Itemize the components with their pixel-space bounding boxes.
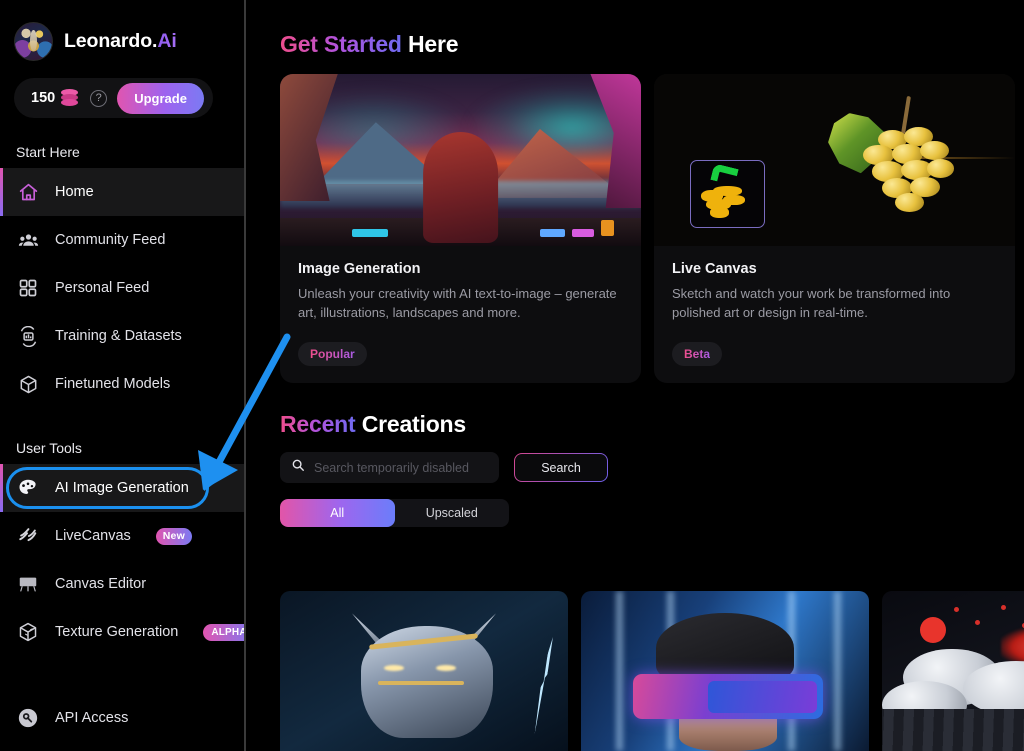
search-field-wrapper[interactable] xyxy=(280,452,499,483)
sidebar-item-label: API Access xyxy=(55,710,129,726)
sidebar-item-label: LiveCanvas xyxy=(55,528,131,544)
sidebar-item-home[interactable]: Home xyxy=(0,168,246,216)
cube-icon xyxy=(17,373,39,395)
livecanvas-icon xyxy=(17,525,39,547)
card-body: Live Canvas Sketch and watch your work b… xyxy=(654,246,1015,383)
get-started-heading: Get Started Here xyxy=(280,31,1024,58)
get-started-plain: Here xyxy=(407,31,459,57)
sidebar-item-personal-feed[interactable]: Personal Feed xyxy=(0,264,246,312)
sidebar: Leonardo.Ai 150 ? Upgrade Start Here Hom… xyxy=(0,0,246,751)
card-body: Image Generation Unleash your creativity… xyxy=(280,246,641,383)
card-pill-label: Beta xyxy=(684,347,711,361)
card-description: Unleash your creativity with AI text-to-… xyxy=(298,286,617,320)
sidebar-item-label: Community Feed xyxy=(55,232,166,248)
leonardo-ai-app-window: Leonardo.Ai 150 ? Upgrade Start Here Hom… xyxy=(0,0,1024,751)
sidebar-item-label: Home xyxy=(55,184,94,200)
search-row: Search xyxy=(280,452,1024,483)
card-pill-label: Popular xyxy=(310,347,355,361)
sidebar-item-ai-image-generation[interactable]: AI Image Generation xyxy=(0,464,246,512)
search-button[interactable]: Search xyxy=(514,453,608,482)
key-icon xyxy=(17,707,39,729)
card-title: Live Canvas xyxy=(672,261,757,277)
card-image-generation[interactable]: Image Generation Unleash your creativity… xyxy=(280,74,641,383)
cyberpunk-vr-portrait-thumbnail[interactable] xyxy=(581,591,869,751)
grid-icon xyxy=(17,277,39,299)
card-pill-badge: Beta xyxy=(672,342,723,366)
search-icon xyxy=(291,458,305,477)
recent-creations-grid xyxy=(246,591,1024,751)
fantasy-landscape-hero xyxy=(280,74,641,246)
card-description: Sketch and watch your work be transforme… xyxy=(672,286,951,320)
recent-accent: Recent xyxy=(280,411,356,437)
grapes-sketch-hero xyxy=(654,74,1015,246)
page-title: Leonardo.Ai xyxy=(64,30,177,53)
sidebar-item-api-access[interactable]: API Access xyxy=(0,694,246,742)
credits-count: 150 xyxy=(31,90,56,106)
sketch-preview xyxy=(690,160,766,228)
card-pill-badge: Popular xyxy=(298,342,367,366)
sidebar-item-label: Canvas Editor xyxy=(55,576,147,592)
sidebar-item-canvas-editor[interactable]: Canvas Editor xyxy=(0,560,246,608)
sidebar-item-label: AI Image Generation xyxy=(55,480,189,496)
card-live-canvas[interactable]: Live Canvas Sketch and watch your work b… xyxy=(654,74,1015,383)
filter-tabs: All Upscaled xyxy=(280,499,509,527)
home-icon xyxy=(17,181,39,203)
upgrade-button[interactable]: Upgrade xyxy=(117,82,204,114)
section-label-start-here: Start Here xyxy=(16,144,80,160)
sidebar-item-livecanvas[interactable]: LiveCanvas New xyxy=(0,512,246,560)
brand-header[interactable]: Leonardo.Ai xyxy=(0,0,246,61)
card-title: Image Generation xyxy=(298,261,421,277)
sidebar-item-label: Training & Datasets xyxy=(55,328,182,344)
sidebar-item-training-datasets[interactable]: Training & Datasets xyxy=(0,312,246,360)
brand-name-main: Leonardo. xyxy=(64,30,158,52)
texture-cube-icon xyxy=(17,621,39,643)
status-badge: New xyxy=(155,527,192,545)
get-started-accent: Get Started xyxy=(280,31,402,57)
help-circle-icon[interactable]: ? xyxy=(90,89,108,107)
sidebar-item-texture-generation[interactable]: Texture Generation ALPHA xyxy=(0,608,246,656)
coin-stack-icon xyxy=(61,89,80,107)
tab-all[interactable]: All xyxy=(280,499,395,527)
people-icon xyxy=(17,229,39,251)
tab-upscaled[interactable]: Upscaled xyxy=(395,499,510,527)
credits-bar: 150 ? Upgrade xyxy=(14,78,213,118)
status-badge: ALPHA xyxy=(203,623,246,641)
palette-icon xyxy=(17,477,39,499)
armored-hero-lightning-thumbnail[interactable] xyxy=(280,591,568,751)
sidebar-item-label: Personal Feed xyxy=(55,280,150,296)
main-content: Get Started Here Image Generation Unleas… xyxy=(246,0,1024,751)
avatar[interactable] xyxy=(14,22,53,61)
recent-creations-heading: Recent Creations xyxy=(280,411,1024,438)
brand-name-suffix: Ai xyxy=(157,30,177,52)
sidebar-item-label: Texture Generation xyxy=(55,624,179,640)
get-started-cards: Image Generation Unleash your creativity… xyxy=(280,74,1024,383)
training-icon xyxy=(17,325,39,347)
red-clouds-samurai-thumbnail[interactable] xyxy=(882,591,1024,751)
sidebar-item-finetuned-models[interactable]: Finetuned Models xyxy=(0,360,246,408)
recent-plain: Creations xyxy=(361,411,466,437)
section-label-user-tools: User Tools xyxy=(16,440,82,456)
sidebar-item-label: Finetuned Models xyxy=(55,376,171,392)
sidebar-item-community-feed[interactable]: Community Feed xyxy=(0,216,246,264)
easel-icon xyxy=(17,573,39,595)
search-input[interactable] xyxy=(314,460,489,475)
